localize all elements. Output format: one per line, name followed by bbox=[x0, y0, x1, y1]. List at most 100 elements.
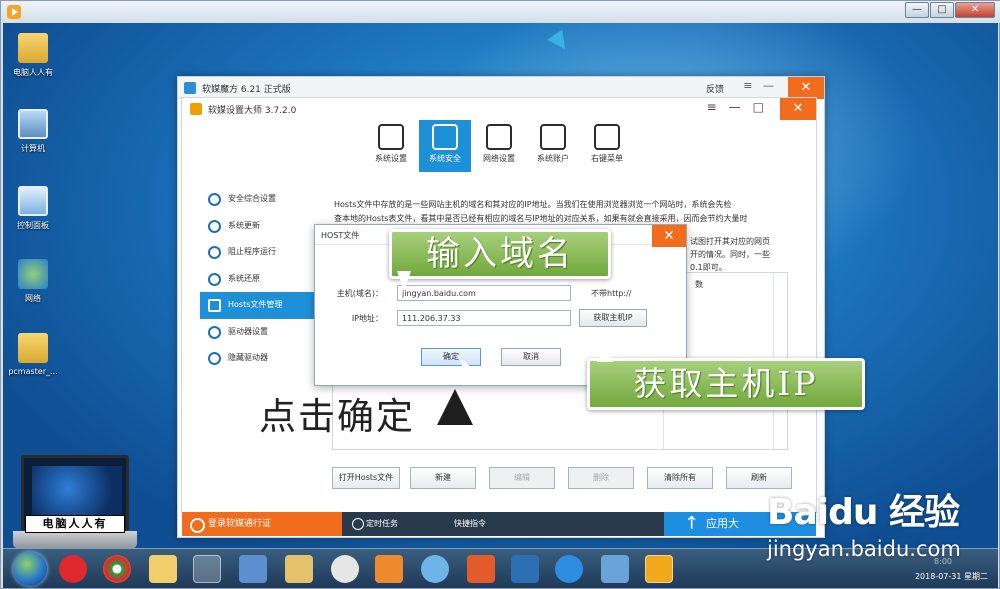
hosts-file-icon bbox=[208, 299, 221, 312]
baidu-logo: Baidu 经验 bbox=[767, 492, 960, 533]
callout-pointer bbox=[597, 340, 613, 362]
delete-button[interactable]: 删除 bbox=[568, 467, 634, 489]
clear-all-button[interactable]: 清除所有 bbox=[647, 467, 713, 489]
feedback-link[interactable]: 反馈 bbox=[706, 82, 724, 95]
sidebar-item-label: 安全综合设置 bbox=[228, 194, 276, 203]
tab-system-accounts[interactable]: 系统账户 bbox=[527, 120, 579, 172]
taskbar-app-icon[interactable] bbox=[59, 555, 87, 583]
player-logo-icon bbox=[7, 5, 21, 19]
folder-icon[interactable] bbox=[149, 555, 177, 583]
ok-button[interactable]: 确定 bbox=[421, 348, 481, 366]
edit-button[interactable]: 编辑 bbox=[489, 467, 555, 489]
sidebar-item-label: 阻止程序运行 bbox=[228, 247, 276, 256]
hosts-action-buttons: 打开Hosts文件 新建 编辑 删除 清除所有 刷新 bbox=[332, 467, 792, 489]
player-titlebar: — □ ✕ bbox=[1, 1, 1000, 23]
main-toolbar: 系统设置 系统安全 网络设置 系统账户 右键菜单 bbox=[182, 120, 816, 172]
computer-icon bbox=[18, 109, 48, 139]
block-icon bbox=[208, 246, 221, 259]
close-button[interactable]: ✕ bbox=[955, 2, 995, 18]
scheduled-task-button[interactable]: 定时任务 bbox=[350, 512, 398, 536]
desktop-icon-label: 控制面板 bbox=[17, 221, 49, 230]
desktop-icon-control-panel[interactable]: 控制面板 bbox=[3, 186, 63, 231]
host-label: 主机(域名)： bbox=[336, 289, 383, 298]
dialog-title: HOST文件 bbox=[321, 231, 360, 240]
sidebar-item-label: 隐藏驱动器 bbox=[228, 353, 268, 362]
sidebar-item-hosts[interactable]: Hosts文件管理 bbox=[200, 292, 318, 319]
folder-icon bbox=[18, 333, 48, 363]
laptop-base bbox=[13, 531, 137, 548]
taskbar-app-icon[interactable] bbox=[239, 555, 267, 583]
desktop-icon-label: 计算机 bbox=[21, 144, 45, 153]
status-bar: 登录软媒通行证 定时任务 快捷指令 应用大 bbox=[182, 512, 816, 536]
open-hosts-button[interactable]: 打开Hosts文件 bbox=[332, 467, 400, 489]
shield-icon bbox=[208, 193, 221, 206]
tab-label: 系统安全 bbox=[429, 154, 461, 163]
sidebar-item-label: 系统还原 bbox=[228, 273, 260, 283]
sidebar-item-hide-drives[interactable]: 隐藏驱动器 bbox=[200, 345, 318, 372]
cursor-menu-icon bbox=[594, 124, 620, 150]
cancel-button[interactable]: 取消 bbox=[501, 348, 561, 366]
callout-pointer bbox=[397, 271, 411, 291]
desktop-icon-label: 网络 bbox=[25, 294, 41, 303]
new-button[interactable]: 新建 bbox=[410, 467, 476, 489]
quick-command-button[interactable]: 快捷指令 bbox=[438, 512, 486, 536]
sidebar-item-security-overview[interactable]: 安全综合设置 bbox=[200, 186, 318, 213]
taskbar-app-icon[interactable] bbox=[601, 555, 629, 583]
tab-context-menu[interactable]: 右键菜单 bbox=[581, 120, 633, 172]
close-button[interactable]: ✕ bbox=[788, 77, 824, 99]
mofang-app-icon bbox=[184, 82, 196, 94]
sidebar-item-system-restore[interactable]: 系统还原 bbox=[200, 266, 318, 293]
start-button[interactable] bbox=[13, 552, 47, 586]
shield-icon bbox=[432, 124, 458, 150]
paint-icon[interactable] bbox=[375, 555, 403, 583]
dialog-close-button[interactable]: ✕ bbox=[652, 225, 686, 247]
minimize-button[interactable]: — bbox=[905, 2, 929, 18]
taskbar-app-icon[interactable] bbox=[331, 555, 359, 583]
maximize-button[interactable]: □ bbox=[930, 2, 954, 18]
media-player-icon[interactable] bbox=[467, 555, 495, 583]
host-domain-input[interactable] bbox=[397, 285, 571, 301]
desktop-icon-label: 电脑人人有 bbox=[13, 68, 53, 77]
settings-master-taskbar-icon[interactable] bbox=[645, 555, 673, 583]
triangle-pointer-icon bbox=[437, 389, 473, 425]
tab-system-security[interactable]: 系统安全 bbox=[419, 120, 471, 172]
ie-icon[interactable] bbox=[555, 555, 583, 583]
refresh-icon bbox=[208, 219, 221, 233]
window-title: 软媒设置大师 3.7.2.0 bbox=[208, 106, 297, 116]
taskbar-app-icon[interactable] bbox=[421, 555, 449, 583]
sidebar-item-label: 系统更新 bbox=[228, 220, 260, 230]
clock-date: 2018-07-31 星期二 bbox=[914, 572, 988, 581]
desktop-icon-pcmaster[interactable]: pcmaster_... bbox=[3, 333, 63, 376]
taskbar-active-app-icon[interactable] bbox=[193, 555, 221, 583]
settings-titlebar: 软媒设置大师 3.7.2.0 ≡—□ ✕ bbox=[182, 98, 816, 120]
sidebar-item-drive-settings[interactable]: 驱动器设置 bbox=[200, 319, 318, 346]
login-button[interactable]: 登录软媒通行证 bbox=[182, 512, 342, 536]
restore-icon bbox=[208, 272, 221, 286]
window-title: 软媒魔方 6.21 正式版 bbox=[202, 85, 291, 95]
close-button[interactable]: ✕ bbox=[780, 98, 816, 120]
desktop-icon-folder[interactable]: 电脑人人有 bbox=[3, 33, 63, 78]
tab-network-settings[interactable]: 网络设置 bbox=[473, 120, 525, 172]
taskbar-app-icon[interactable] bbox=[511, 555, 539, 583]
video-player-window: — □ ✕ 电脑人人有 计算机 控制面板 网络 pcmaster_... 电脑人… bbox=[0, 0, 1000, 589]
hosts-description: Hosts文件中存放的是一些网站主机的域名和其对应的IP地址。当我们在使用浏览器… bbox=[334, 198, 794, 226]
sidebar-item-system-update[interactable]: 系统更新 bbox=[200, 213, 318, 240]
sidebar-item-block-programs[interactable]: 阻止程序运行 bbox=[200, 239, 318, 266]
sidebar-item-label: 驱动器设置 bbox=[228, 326, 268, 336]
desktop-icon-network[interactable]: 网络 bbox=[3, 259, 63, 304]
tab-label: 系统账户 bbox=[537, 154, 569, 163]
explorer-icon[interactable] bbox=[285, 555, 313, 583]
window-controls[interactable]: ≡—□ bbox=[707, 100, 776, 114]
users-icon bbox=[540, 124, 566, 150]
list-column-header: 数 bbox=[695, 280, 703, 289]
mofang-titlebar: 软媒魔方 6.21 正式版 反馈 ≡ — ✕ bbox=[178, 77, 824, 99]
control-panel-icon bbox=[18, 186, 48, 216]
get-host-ip-button[interactable]: 获取主机IP bbox=[579, 309, 647, 327]
folder-icon bbox=[18, 33, 48, 63]
chrome-icon[interactable] bbox=[103, 555, 131, 583]
logo-label: 电脑人人有 bbox=[25, 515, 125, 533]
tab-system-settings[interactable]: 系统设置 bbox=[365, 120, 417, 172]
ip-address-input[interactable] bbox=[397, 310, 571, 326]
menu-icon[interactable]: ≡ — bbox=[743, 79, 774, 92]
desktop-icon-computer[interactable]: 计算机 bbox=[3, 109, 63, 154]
